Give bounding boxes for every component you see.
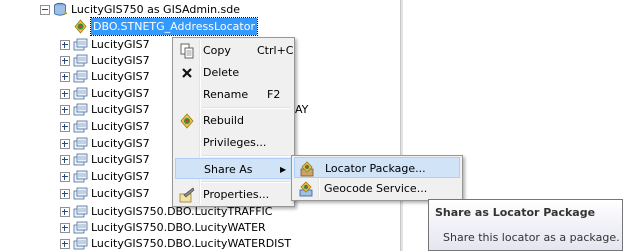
- expand-icon[interactable]: [60, 40, 70, 50]
- feature-dataset-icon: [73, 70, 88, 83]
- menu-item-shortcut: F2: [267, 88, 281, 101]
- locator-package-icon: [300, 161, 314, 177]
- menu-item-label: Copy: [203, 44, 231, 57]
- tooltip-title: Share as Locator Package: [435, 206, 596, 219]
- menu-item-share-as[interactable]: Share As ▶: [175, 158, 292, 179]
- tree-item-label: LucityGIS7: [91, 120, 150, 133]
- expand-icon[interactable]: [60, 139, 70, 149]
- menu-item-label: Rebuild: [203, 114, 244, 127]
- tree-root-row[interactable]: LucityGIS750 as GISAdmin.sde: [0, 1, 320, 18]
- tree-item-label: LucityGIS7: [91, 103, 150, 116]
- menu-item-rename[interactable]: Rename F2: [175, 84, 292, 105]
- menu-separator: [202, 155, 290, 157]
- menu-item-locator-package[interactable]: Locator Package...: [294, 157, 460, 178]
- tree-item-label: LucityGIS750.DBO.LucityWATERDIST: [91, 237, 292, 250]
- tree-item-label: LucityGIS7: [91, 137, 150, 150]
- feature-dataset-icon: [73, 237, 88, 250]
- feature-dataset-icon: [73, 87, 88, 100]
- menu-item-label: Geocode Service...: [324, 182, 428, 195]
- tree-item-label: DBO.STNETG_AddressLocator: [90, 17, 258, 36]
- menu-item-geocode-service[interactable]: Geocode Service...: [294, 178, 460, 199]
- menu-separator: [202, 181, 290, 183]
- database-connection-icon: [54, 2, 68, 16]
- tree-item-label: LucityGIS7: [91, 70, 150, 83]
- menu-separator: [202, 107, 290, 109]
- menu-item-copy[interactable]: Copy Ctrl+C: [175, 40, 294, 61]
- expand-icon[interactable]: [60, 189, 70, 199]
- feature-dataset-icon: [73, 221, 88, 234]
- submenu-arrow-icon: ▶: [280, 165, 287, 174]
- menu-item-label: Privileges...: [203, 136, 267, 149]
- expand-icon[interactable]: [60, 207, 70, 217]
- properties-icon: [179, 187, 195, 203]
- tree-item-label: LucityGIS7: [91, 187, 150, 200]
- rebuild-locator-icon: [180, 113, 194, 129]
- expand-icon[interactable]: [60, 239, 70, 249]
- menu-item-rebuild[interactable]: Rebuild: [175, 110, 292, 131]
- feature-dataset-icon: [73, 137, 88, 150]
- feature-dataset-icon: [73, 205, 88, 218]
- expand-icon[interactable]: [60, 172, 70, 182]
- tree-item[interactable]: LucityGIS750.DBO.LucityWATERDIST: [0, 235, 320, 252]
- tree-item[interactable]: LucityGIS750.DBO.LucityWATER: [0, 219, 320, 236]
- tree-item-label: LucityGIS7: [91, 170, 150, 183]
- expand-icon[interactable]: [60, 72, 70, 82]
- feature-dataset-icon: [73, 120, 88, 133]
- tree-item-label: LucityGIS7: [91, 38, 150, 51]
- feature-dataset-icon: [73, 187, 88, 200]
- tree-item-label-suffix: AY: [295, 103, 309, 116]
- expand-icon[interactable]: [60, 105, 70, 115]
- menu-item-label: Delete: [203, 66, 240, 79]
- expand-icon[interactable]: [60, 122, 70, 132]
- feature-dataset-icon: [73, 103, 88, 116]
- tree-item-selected-locator[interactable]: DBO.STNETG_AddressLocator: [0, 17, 320, 36]
- menu-item-label: Properties...: [203, 188, 270, 201]
- menu-item-label: Share As: [204, 163, 253, 176]
- tree-item-label: LucityGIS7: [91, 87, 150, 100]
- share-as-submenu: Locator Package... Geocode Service...: [291, 155, 463, 201]
- expand-icon[interactable]: [60, 56, 70, 66]
- feature-dataset-icon: [73, 153, 88, 166]
- collapse-icon[interactable]: [40, 5, 50, 15]
- menu-item-label: Rename: [203, 88, 249, 101]
- expand-icon[interactable]: [60, 89, 70, 99]
- menu-item-delete[interactable]: Delete: [175, 62, 292, 83]
- feature-dataset-icon: [73, 54, 88, 67]
- expand-icon[interactable]: [60, 155, 70, 165]
- context-menu: Copy Ctrl+C Delete Rename F2 Rebuild Pri…: [172, 37, 295, 207]
- tree-item-label: LucityGIS7: [91, 54, 150, 67]
- menu-item-label: Locator Package...: [325, 162, 426, 175]
- copy-icon: [180, 43, 194, 59]
- menu-item-properties[interactable]: Properties...: [175, 184, 292, 205]
- tree-item-label: LucityGIS7: [91, 153, 150, 166]
- tooltip-body: Share this locator as a package.: [443, 231, 620, 244]
- expand-icon[interactable]: [60, 223, 70, 233]
- feature-dataset-icon: [73, 170, 88, 183]
- feature-dataset-icon: [73, 38, 88, 51]
- menu-item-shortcut: Ctrl+C: [257, 44, 294, 57]
- menu-item-privileges[interactable]: Privileges...: [175, 132, 292, 153]
- delete-x-icon: [182, 68, 192, 78]
- geocode-service-icon: [299, 181, 313, 197]
- tree-item-label: LucityGIS750.DBO.LucityWATER: [91, 221, 266, 234]
- tree-root-label: LucityGIS750 as GISAdmin.sde: [71, 3, 241, 16]
- address-locator-icon: [74, 19, 87, 34]
- tooltip: Share as Locator Package Share this loca…: [428, 199, 623, 251]
